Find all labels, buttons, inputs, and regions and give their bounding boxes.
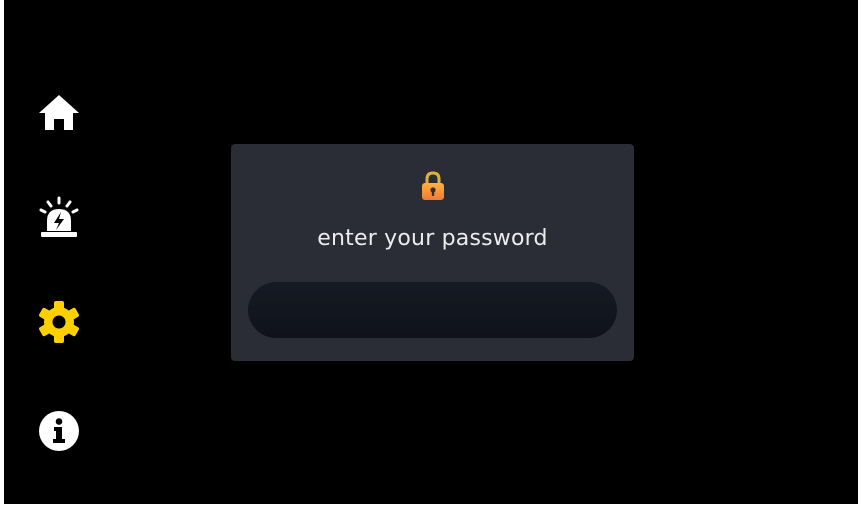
password-prompt: enter your password [317, 226, 548, 251]
screen: enter your password [4, 0, 858, 504]
nav-info-button[interactable] [34, 406, 84, 456]
password-input[interactable] [248, 282, 617, 338]
alarm-icon [39, 196, 79, 237]
password-dialog: enter your password [231, 144, 634, 361]
gear-icon [39, 301, 79, 343]
nav-settings-button[interactable] [34, 297, 84, 347]
lock-icon [419, 170, 447, 202]
nav-alarm-button[interactable] [34, 193, 84, 243]
home-icon [39, 95, 79, 130]
info-icon [39, 411, 79, 451]
nav-home-button[interactable] [34, 87, 84, 137]
sidebar-nav [4, 0, 114, 504]
